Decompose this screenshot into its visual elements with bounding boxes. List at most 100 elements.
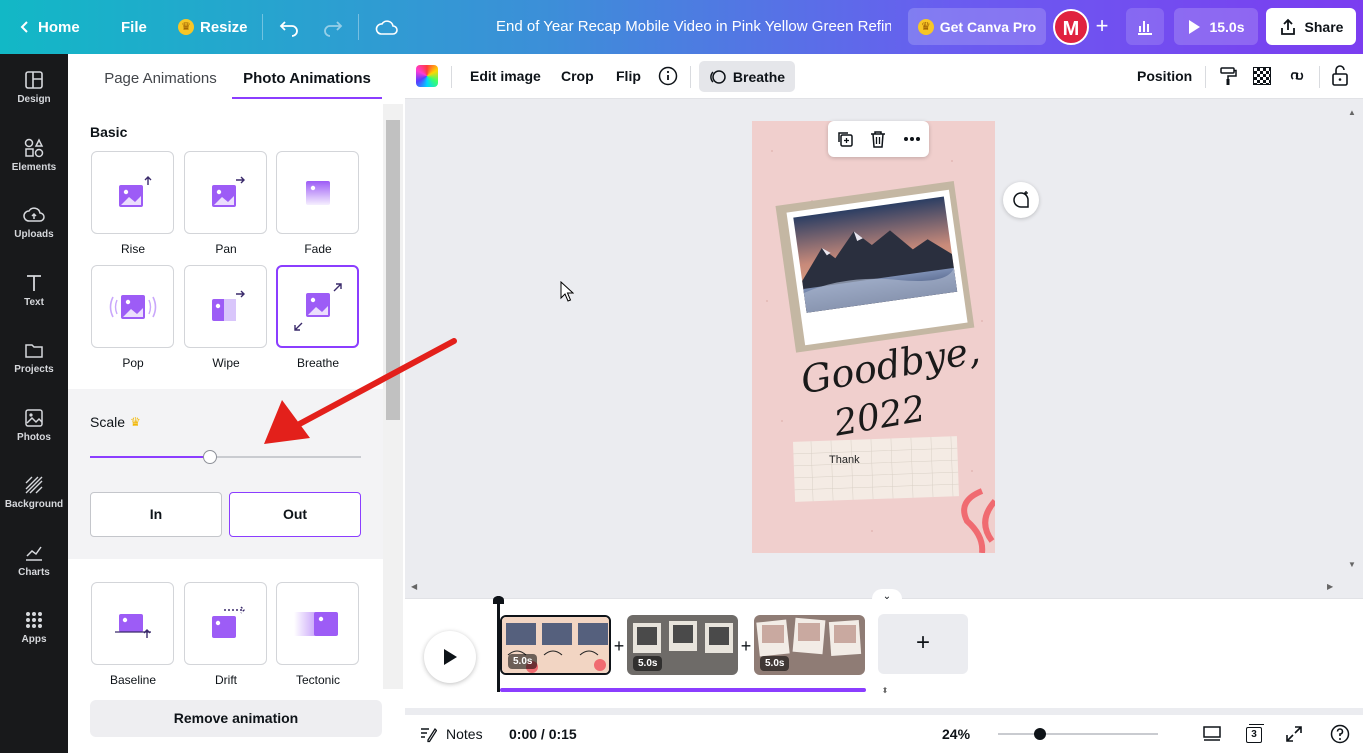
timeline-clip-1[interactable]: 5.0s [500, 615, 611, 675]
timecode: 0:00 / 0:15 [509, 726, 577, 742]
edit-image-button[interactable]: Edit image [470, 54, 541, 99]
get-pro-label: Get Canva Pro [939, 18, 1037, 35]
animation-label: Drift [215, 673, 237, 687]
rail-item-background[interactable]: Background [0, 475, 68, 535]
direction-out-button[interactable]: Out [229, 492, 361, 537]
undo-button[interactable] [279, 0, 299, 54]
info-button[interactable] [658, 66, 678, 91]
animation-label: Pan [215, 242, 237, 256]
animation-baseline[interactable]: Baseline [91, 582, 175, 687]
share-icon [1280, 18, 1295, 35]
add-transition-button[interactable]: + [739, 636, 753, 657]
animation-pop[interactable]: Pop [91, 265, 175, 370]
animation-drift[interactable]: Drift [184, 582, 268, 687]
rail-item-elements[interactable]: Elements [0, 138, 68, 198]
background-icon [25, 476, 43, 494]
rail-item-design[interactable]: Design [0, 70, 68, 130]
insights-button[interactable] [1126, 8, 1164, 45]
rail-label: Projects [14, 364, 54, 375]
playhead-handle[interactable] [493, 596, 504, 604]
play-duration: 15.0s [1209, 18, 1245, 35]
file-menu[interactable]: File [121, 0, 147, 54]
design-note[interactable]: Thank [829, 454, 860, 466]
cloud-save-button[interactable] [375, 0, 399, 54]
rail-item-charts[interactable]: Charts [0, 543, 68, 603]
add-comment-button[interactable] [1003, 182, 1039, 218]
resize-button[interactable]: ♛ Resize [178, 0, 248, 54]
rail-item-apps[interactable]: Apps [0, 610, 68, 670]
audio-expand-icon[interactable]: ⬍ [876, 686, 894, 696]
animation-fade[interactable]: Fade [276, 151, 360, 256]
bar-chart-icon [1138, 20, 1152, 35]
redo-button[interactable] [323, 0, 343, 54]
zoom-slider-track[interactable] [998, 733, 1158, 735]
animate-button[interactable]: Breathe [699, 61, 795, 92]
animation-thumb [276, 151, 359, 234]
tab-page-animations[interactable]: Page Animations [98, 54, 223, 99]
add-transition-button[interactable]: + [612, 636, 626, 657]
direction-in-button[interactable]: In [90, 492, 222, 537]
animation-wipe[interactable]: Wipe [184, 265, 268, 370]
scroll-left-icon[interactable]: ◀ [411, 582, 417, 591]
add-page-button[interactable]: + [878, 614, 968, 674]
flip-button[interactable]: Flip [616, 54, 641, 99]
crown-icon: ♛ [917, 18, 934, 35]
zoom-percent[interactable]: 24% [942, 715, 970, 753]
top-bar: Home File ♛ Resize End of Year Recap Mob… [0, 0, 1363, 54]
design-page[interactable]: Goodbye, 2022 Thank [752, 121, 995, 553]
timeline-play-button[interactable] [424, 631, 476, 683]
share-button[interactable]: Share [1266, 8, 1356, 45]
animation-thumb [91, 151, 174, 234]
get-canva-pro-button[interactable]: ♛ Get Canva Pro [908, 8, 1046, 45]
page-count-button[interactable]: 3 [1244, 723, 1264, 745]
scroll-down-icon[interactable]: ▼ [1348, 560, 1356, 569]
document-title[interactable]: End of Year Recap Mobile Video in Pink Y… [496, 0, 891, 54]
animation-pan[interactable]: Pan [184, 151, 268, 256]
image-fade-icon [305, 180, 330, 205]
photos-icon [25, 409, 43, 427]
rail-item-uploads[interactable]: Uploads [0, 205, 68, 265]
notes-button[interactable]: Notes [446, 715, 483, 753]
rail-label: Apps [21, 634, 47, 645]
undo-icon [279, 21, 298, 37]
timeline-clip-2[interactable]: 5.0s [627, 615, 738, 675]
duplicate-icon[interactable] [836, 130, 854, 148]
crop-button[interactable]: Crop [561, 54, 594, 99]
play-preview-button[interactable]: 15.0s [1174, 8, 1258, 45]
color-picker-icon[interactable] [416, 65, 438, 87]
copy-style-button[interactable] [1219, 66, 1237, 91]
page-count: 3 [1246, 727, 1262, 743]
zoom-slider-handle[interactable] [1034, 728, 1046, 740]
rail-item-photos[interactable]: Photos [0, 408, 68, 468]
position-button[interactable]: Position [1137, 54, 1192, 99]
animation-rise[interactable]: Rise [91, 151, 175, 256]
scale-slider-handle[interactable] [203, 450, 217, 464]
timeline-playhead[interactable] [493, 596, 504, 692]
animation-thumb [184, 265, 267, 348]
help-button[interactable] [1330, 724, 1350, 749]
collapse-timeline-icon[interactable]: ⌄ [872, 589, 902, 603]
fullscreen-button[interactable] [1285, 725, 1303, 748]
lock-button[interactable] [1331, 65, 1349, 92]
trash-icon[interactable] [870, 130, 886, 148]
paint-roller-icon [1220, 67, 1237, 85]
animation-label: Rise [120, 242, 145, 256]
scroll-up-icon[interactable]: ▲ [1348, 108, 1356, 117]
more-icon[interactable] [903, 136, 921, 142]
remove-animation-button[interactable]: Remove animation [90, 700, 382, 737]
divider [451, 66, 452, 88]
timeline-clip-3[interactable]: 5.0s [754, 615, 865, 675]
tab-photo-animations[interactable]: Photo Animations [232, 54, 382, 99]
rail-item-text[interactable]: Text [0, 273, 68, 333]
animation-tectonic[interactable]: Tectonic [276, 582, 360, 687]
transparency-icon[interactable] [1253, 67, 1271, 85]
scroll-right-icon[interactable]: ▶ [1327, 582, 1333, 591]
grid-view-button[interactable] [1202, 725, 1222, 748]
home-button[interactable]: Home [18, 0, 80, 54]
add-collaborator-button[interactable]: + [1090, 15, 1114, 39]
avatar[interactable]: M [1053, 9, 1089, 45]
canvas-vertical-scrollbar[interactable]: ▲ ▼ [1343, 100, 1363, 578]
notes-icon[interactable] [419, 725, 438, 748]
link-button[interactable] [1284, 66, 1306, 91]
rail-item-projects[interactable]: Projects [0, 340, 68, 400]
